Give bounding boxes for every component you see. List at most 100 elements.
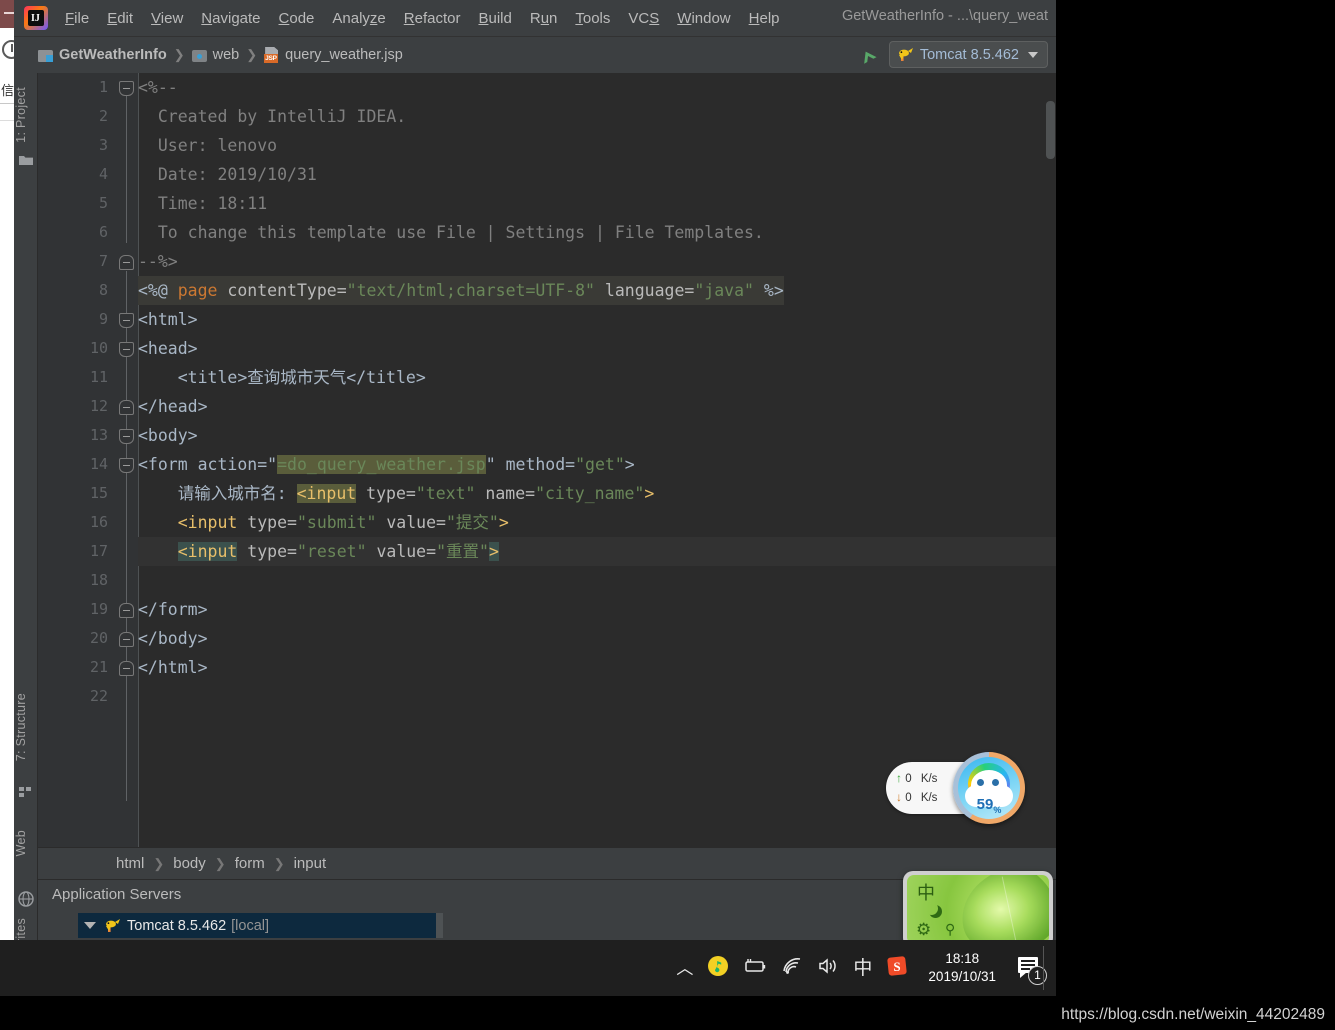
upload-speed: ↑ 0 K/s [896,771,937,785]
expand-triangle-icon[interactable] [84,922,96,929]
code-editor[interactable]: 1 2 3 4 5 6 7 8 9 10 11 12 13 14 15 16 17 18 19 20 21 22 <%--… [38,73,1056,857]
code-token: Created by IntelliJ IDEA. [138,107,407,126]
code-token: <title> [138,368,248,387]
code-line[interactable]: </html> [138,653,1042,682]
globe-icon [18,891,34,907]
music-icon[interactable] [707,955,729,982]
memory-gauge-widget[interactable]: 59% [953,752,1025,824]
show-desktop-divider[interactable] [1043,946,1044,990]
code-line[interactable]: 请输入城市名: <input type="text" name="city_na… [138,479,1042,508]
download-arrow-icon: ↓ [896,790,902,804]
code-line[interactable] [138,566,1042,595]
sidebar-item-label: 1: Project [14,87,28,143]
code-token: "重置" [436,542,489,561]
code-line[interactable]: <html> [138,305,1042,334]
moon-icon[interactable] [925,902,938,915]
chevron-right-icon: ❯ [173,47,185,62]
code-line[interactable]: </body> [138,624,1042,653]
server-tree-item[interactable]: Tomcat 8.5.462 [local] [78,913,438,938]
menu-run[interactable]: Run [521,6,567,31]
code-line[interactable]: </head> [138,392,1042,421]
code-line[interactable]: User: lenovo [138,131,1042,160]
chevron-right-icon: ❯ [273,855,285,871]
gear-icon[interactable]: ⚙ [916,921,931,938]
code-token: > [624,455,635,474]
ime-indicator-icon[interactable]: 中 [853,959,872,978]
mic-icon[interactable]: ⚲ [945,922,955,936]
tomcat-icon [104,918,121,934]
line-number: 19 [89,600,108,618]
breadcrumb-body[interactable]: body [173,855,206,872]
wifi-icon[interactable] [781,957,803,980]
chevron-up-icon[interactable]: ︿ [676,960,693,977]
code-line[interactable]: </form> [138,595,1042,624]
breadcrumb-input[interactable]: input [294,855,327,872]
ime-panel-surface: 中 ⚙ ⚲ [907,875,1049,944]
breadcrumb-file[interactable]: query_weather.jsp [285,47,403,63]
panel-scrollbar[interactable] [436,913,443,938]
code-line[interactable]: <form action="=do_query_weather.jsp" met… [138,450,1042,479]
code-line[interactable]: <body> [138,421,1042,450]
line-number: 15 [89,484,108,502]
code-token: value= [376,513,446,532]
code-line[interactable] [138,682,1042,711]
code-token: <%@ [138,281,178,300]
run-configuration-selector[interactable]: Tomcat 8.5.462 [888,41,1048,68]
code-line[interactable]: <head> [138,334,1042,363]
code-line[interactable]: <title>查询城市天气</title> [138,363,1042,392]
sogou-icon[interactable]: S [886,955,908,982]
code-line[interactable]: <%@ page contentType="text/html;charset=… [138,276,1042,305]
menu-tools[interactable]: Tools [566,6,619,31]
code-folding-gutter[interactable] [116,73,138,857]
screen: 信 IJ File Edit View Navigate Code Analyz… [0,0,1335,1030]
editor-scrollbar[interactable] [1046,101,1055,159]
build-project-button[interactable] [855,42,881,68]
chevron-down-icon[interactable] [1028,51,1038,58]
line-number: 11 [89,368,108,386]
sidebar-item-web[interactable]: Web [14,830,38,856]
code-line[interactable]: <input type="reset" value="重置"> [138,537,1042,566]
breadcrumb-form[interactable]: form [235,855,265,872]
code-token: <input [138,513,238,532]
code-content[interactable]: <%-- Created by IntelliJ IDEA. User: len… [138,73,1042,857]
menu-help[interactable]: Help [740,6,789,31]
menu-analyze[interactable]: Analyze [323,6,394,31]
menu-code[interactable]: Code [270,6,324,31]
menu-file[interactable]: File [56,6,98,31]
code-token: type= [356,484,416,503]
line-number: 3 [98,136,108,154]
code-line[interactable]: To change this template use File | Setti… [138,218,1042,247]
line-number: 22 [89,687,108,705]
code-line[interactable]: <input type="submit" value="提交"> [138,508,1042,537]
code-line[interactable]: --%> [138,247,1042,276]
code-line[interactable]: Time: 18:11 [138,189,1042,218]
menu-vcs[interactable]: VCS [619,6,668,31]
sidebar-item-project[interactable]: 1: Project [14,87,38,143]
taskbar-clock[interactable]: 18:18 2019/10/31 [928,950,996,986]
highlighted-token: <input [296,484,357,503]
volume-icon[interactable] [817,957,839,980]
run-config-label: Tomcat 8.5.462 [919,46,1019,63]
breadcrumb-web[interactable]: web [213,47,240,63]
menu-edit[interactable]: Edit [98,6,142,31]
menu-build[interactable]: Build [469,6,520,31]
breadcrumb-project[interactable]: GetWeatherInfo [59,47,167,63]
code-token: value= [366,542,437,561]
upload-arrow-icon: ↑ [896,771,902,785]
code-line[interactable]: Created by IntelliJ IDEA. [138,102,1042,131]
breadcrumb-html[interactable]: html [116,855,144,872]
menu-view[interactable]: View [142,6,192,31]
sidebar-item-label: 7: Structure [14,693,28,762]
watermark: https://blog.csdn.net/weixin_44202489 [1061,1006,1325,1023]
battery-icon[interactable] [743,958,767,979]
eye-icon [977,779,984,786]
code-token: </form> [138,600,208,619]
menu-refactor[interactable]: Refactor [395,6,470,31]
sidebar-item-structure[interactable]: 7: Structure [14,693,38,761]
code-line[interactable]: Date: 2019/10/31 [138,160,1042,189]
code-line[interactable]: <%-- [138,73,1042,102]
notification-center-icon[interactable]: 1 [1016,953,1047,985]
menu-window[interactable]: Window [668,6,739,31]
menu-navigate[interactable]: Navigate [192,6,269,31]
ime-floating-panel[interactable]: 中 ⚙ ⚲ [903,871,1053,948]
